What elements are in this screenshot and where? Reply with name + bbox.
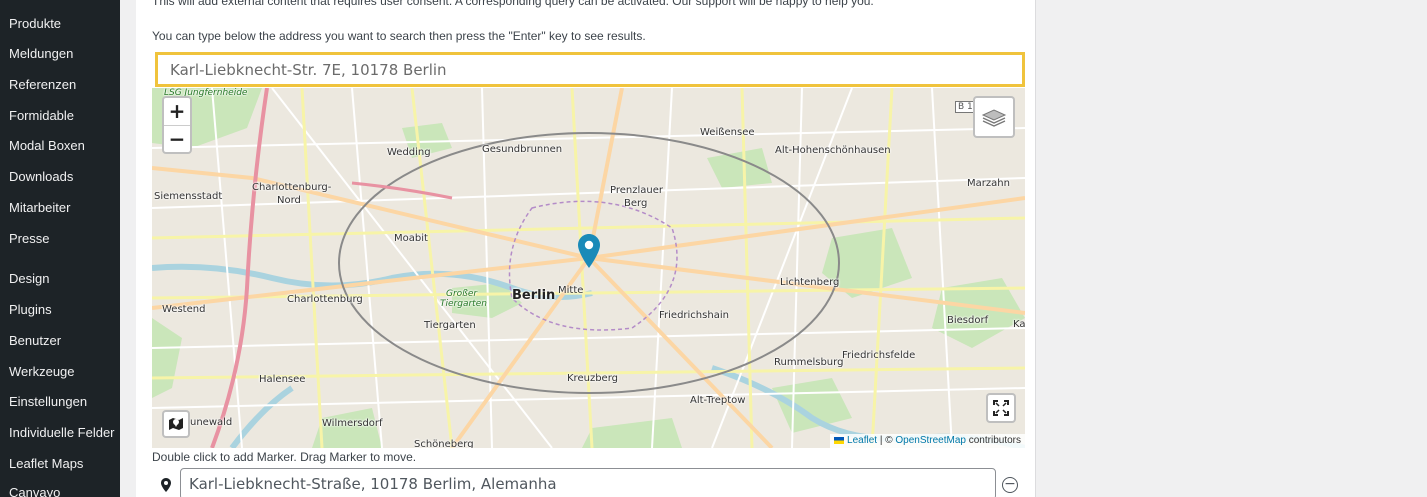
ukraine-flag-icon [834, 436, 845, 444]
menu-item-meldungen[interactable]: Meldungen [0, 40, 120, 68]
settings-panel: This will add external content that requ… [136, 0, 1036, 497]
search-hint: You can type below the address you want … [152, 29, 646, 43]
address-search-field [155, 52, 1025, 87]
admin-sidebar: Produkte Meldungen Referenzen Formidable… [0, 0, 120, 497]
menu-item-presse[interactable]: Presse [0, 225, 120, 253]
map-label-charlottenburg-nord-2: Nord [277, 195, 301, 206]
map-label-charlottenburg-nord-1: Charlottenburg- [252, 182, 332, 193]
consent-note: This will add external content that requ… [152, 0, 874, 8]
menu-item-downloads[interactable]: Downloads [0, 163, 120, 191]
openstreetmap-link[interactable]: OpenStreetMap [895, 435, 966, 446]
map-label-alt-treptow: Alt-Treptow [690, 395, 746, 406]
map-label-grosser-1: Großer [446, 289, 478, 299]
map-label-berlin: Berlin [512, 288, 556, 303]
map-label-westend: Westend [162, 304, 206, 315]
map-label-kreuzberg: Kreuzberg [567, 373, 618, 384]
menu-item-formidable[interactable]: Formidable [0, 102, 120, 130]
map-label-prenzlauer-1: Prenzlauer [610, 185, 663, 196]
expand-icon [993, 400, 1009, 416]
map-label-weissensee: Weißensee [700, 127, 755, 138]
menu-item-leaflet-maps[interactable]: Leaflet Maps [0, 450, 120, 478]
map-label-moabit: Moabit [394, 233, 428, 244]
map-label-friedrichsfelde: Friedrichsfelde [842, 350, 916, 361]
menu-item-design[interactable]: Design [0, 265, 120, 293]
menu-item-produkte[interactable]: Produkte [0, 10, 120, 38]
map-label-siemensstadt: Siemensstadt [154, 191, 223, 202]
remove-marker-button[interactable]: − [1002, 477, 1018, 493]
menu-item-individuelle-felder[interactable]: Individuelle Felder [0, 419, 120, 447]
map-label-wilmersdorf: Wilmersdorf [322, 418, 383, 429]
map-label-schoeneberg: Schöneberg [414, 439, 474, 448]
map-label-lichtenberg: Lichtenberg [780, 277, 840, 288]
attribution-separator: | © [877, 435, 896, 446]
map-label-charlottenburg: Charlottenburg [287, 294, 363, 305]
map-label-ka: Ka [1013, 319, 1025, 330]
map-label-mitte: Mitte [558, 285, 584, 296]
map-label-friedrichshain: Friedrichshain [659, 310, 729, 321]
attribution-contributors: contributors [965, 435, 1021, 446]
map-label-grosser-2: Tiergarten [440, 299, 487, 309]
menu-item-werkzeuge[interactable]: Werkzeuge [0, 358, 120, 386]
location-marker-icon[interactable] [578, 234, 600, 268]
leaflet-map[interactable]: LSG Jungfernheide Wedding Gesundbrunnen … [152, 88, 1025, 448]
map-attribution: Leaflet | © OpenStreetMap contributors [830, 434, 1025, 448]
zoom-in-button[interactable]: + [164, 98, 190, 125]
fullscreen-button[interactable] [986, 393, 1016, 423]
map-label-wedding: Wedding [387, 147, 431, 158]
marker-address-row: − [152, 468, 1032, 497]
map-tiles[interactable] [152, 88, 1025, 448]
map-label-gesundbrunnen: Gesundbrunnen [482, 144, 563, 155]
menu-item-mitarbeiter[interactable]: Mitarbeiter [0, 194, 120, 222]
menu-item-modal-boxen[interactable]: Modal Boxen [0, 132, 120, 160]
map-label-tiergarten: Tiergarten [424, 320, 476, 331]
menu-item-benutzer[interactable]: Benutzer [0, 327, 120, 355]
map-pin-icon [169, 418, 183, 430]
leaflet-link[interactable]: Leaflet [847, 435, 877, 446]
layers-icon [981, 109, 1007, 127]
map-label-biesdorf: Biesdorf [947, 315, 989, 326]
map-label-alt-hohenschoenhausen: Alt-Hohenschönhausen [775, 145, 891, 156]
map-label-marzahn: Marzahn [967, 178, 1010, 189]
menu-item-einstellungen[interactable]: Einstellungen [0, 388, 120, 416]
menu-item-canvayo[interactable]: Canvayo [0, 479, 120, 497]
layers-control-button[interactable] [973, 96, 1015, 138]
map-label-halensee: Halensee [259, 374, 306, 385]
map-label-rummelsburg: Rummelsburg [774, 357, 844, 368]
double-click-hint: Double click to add Marker. Drag Marker … [152, 450, 417, 464]
marker-address-input[interactable] [180, 468, 996, 497]
map-label-grunewald: unewald [190, 417, 233, 428]
marker-pin-icon [161, 478, 171, 492]
zoom-out-button[interactable]: − [164, 125, 190, 152]
menu-item-referenzen[interactable]: Referenzen [0, 71, 120, 99]
address-search-input[interactable] [158, 55, 1022, 84]
map-label-prenzlauer-2: Berg [624, 198, 648, 209]
menu-item-plugins[interactable]: Plugins [0, 296, 120, 324]
zoom-control: + − [162, 96, 192, 154]
map-marker-tool-button[interactable] [162, 410, 190, 438]
